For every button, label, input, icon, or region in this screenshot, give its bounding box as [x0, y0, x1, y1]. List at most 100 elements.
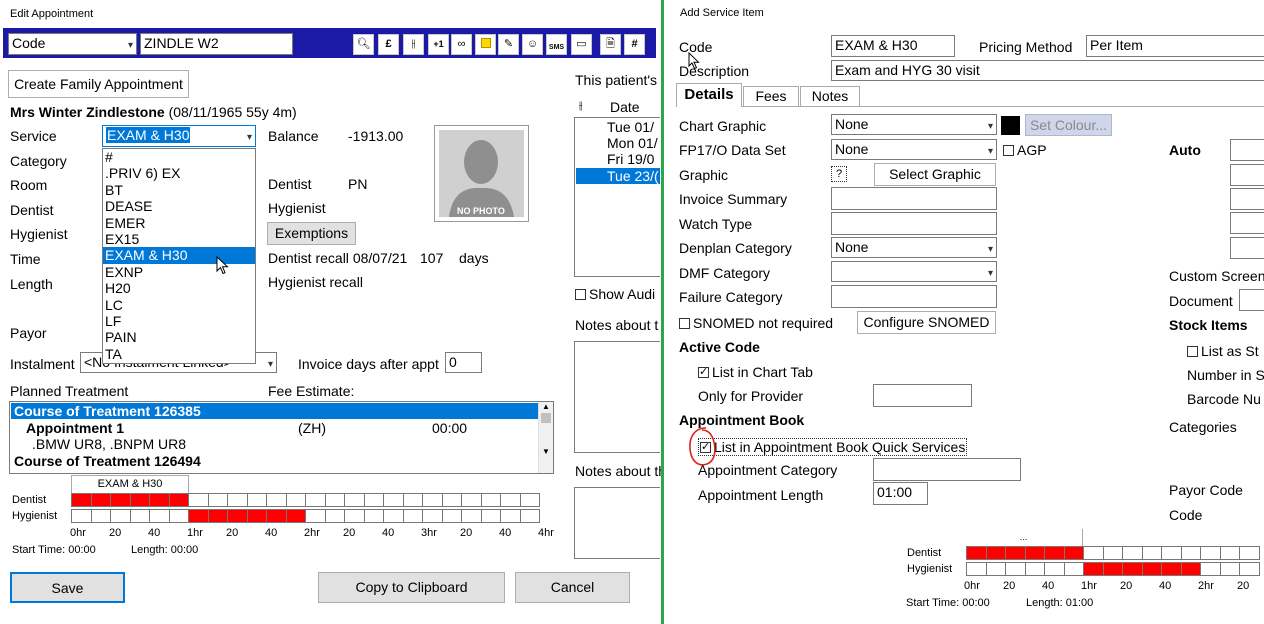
history-date[interactable]: Mon 01/ — [607, 135, 658, 151]
service-select[interactable]: EXAM & H30 ▾ — [102, 125, 256, 147]
patient-history-heading: This patient's — [575, 72, 658, 88]
create-family-appointment-button[interactable]: Create Family Appointment — [8, 70, 189, 98]
tab-details[interactable]: Details — [676, 83, 742, 107]
auto-input[interactable] — [1230, 139, 1264, 161]
service-option[interactable]: .PRIV 6) EX — [103, 165, 255, 181]
service-option[interactable]: PAIN — [103, 329, 255, 345]
code-select[interactable]: Code ▾ — [8, 33, 137, 55]
snomed-not-required-checkbox[interactable]: SNOMED not required — [679, 315, 833, 331]
select-graphic-button[interactable]: Select Graphic — [874, 163, 996, 186]
checkbox[interactable] — [679, 318, 690, 329]
hygienist-slot — [500, 509, 521, 523]
service-dropdown-list[interactable]: # .PRIV 6) EX BT DEASE EMER EX15 EXAM & H30 EXN… — [102, 148, 256, 364]
tree-scrollbar[interactable]: ▲ ▼ — [538, 402, 553, 473]
appointment-length-input[interactable]: 01:00 — [873, 482, 928, 505]
pound-icon[interactable]: £ — [378, 34, 399, 55]
scroll-up-icon[interactable]: ▲ — [539, 402, 553, 411]
service-option[interactable]: EMER — [103, 215, 255, 231]
service-option[interactable]: DEASE — [103, 198, 255, 214]
sms-icon[interactable]: SMS — [546, 34, 567, 55]
notes-box[interactable] — [574, 341, 660, 453]
contacts-icon[interactable]: ☺ — [522, 34, 543, 55]
auto-heading: Auto — [1169, 142, 1201, 158]
split-icon[interactable]: ⫲ — [403, 34, 424, 55]
glasses-icon[interactable]: ∞ — [451, 34, 472, 55]
failure-category-input[interactable] — [831, 285, 997, 308]
dentist-slot — [1141, 546, 1162, 560]
service-option[interactable]: TA — [103, 346, 255, 362]
patient-search-input[interactable]: ZINDLE W2 — [140, 33, 293, 55]
course-of-treatment-row[interactable]: Course of Treatment 126494 — [14, 453, 201, 469]
code-input[interactable]: EXAM & H30 — [831, 35, 955, 57]
service-option[interactable]: # — [103, 149, 255, 165]
planned-treatment-label: Planned Treatment — [10, 383, 129, 399]
document-input[interactable] — [1239, 289, 1264, 311]
denplan-value: None — [835, 239, 869, 255]
denplan-category-select[interactable]: None ▾ — [831, 237, 997, 258]
service-option[interactable]: LF — [103, 313, 255, 329]
auto-input[interactable] — [1230, 188, 1264, 210]
fp17-select[interactable]: None ▾ — [831, 139, 997, 160]
tab-notes[interactable]: Notes — [800, 86, 860, 107]
list-in-quick-services-checkbox[interactable]: List in Appointment Book Quick Services — [698, 438, 968, 456]
checkbox[interactable] — [1003, 145, 1014, 156]
auto-input[interactable] — [1230, 212, 1264, 234]
notes-about-label: Notes about th — [575, 463, 667, 479]
tab-fees[interactable]: Fees — [743, 86, 799, 107]
copy-to-clipboard-button[interactable]: Copy to Clipboard — [318, 572, 505, 603]
history-date[interactable]: Tue 01/ — [607, 119, 654, 135]
pencil-icon[interactable]: ✎ — [498, 34, 519, 55]
code-bottom-label: Code — [1169, 507, 1203, 523]
auto-input[interactable] — [1230, 164, 1264, 186]
grid-icon[interactable]: # — [624, 34, 645, 55]
search-icon[interactable]: 🔍︎ — [353, 34, 374, 55]
service-option[interactable]: EXNP — [103, 264, 255, 280]
scroll-thumb[interactable] — [541, 413, 551, 423]
service-option[interactable]: LC — [103, 297, 255, 313]
watch-type-input[interactable] — [831, 212, 997, 235]
note-icon[interactable] — [475, 34, 496, 55]
invoice-summary-input[interactable] — [831, 187, 997, 210]
appointment-row[interactable]: Appointment 1 — [26, 420, 124, 436]
dentist-slot — [285, 493, 306, 507]
hygienist-slot — [383, 509, 404, 523]
history-date-selected[interactable]: Tue 23/( — [576, 168, 660, 184]
service-option[interactable]: EX15 — [103, 231, 255, 247]
notes-box[interactable] — [574, 487, 660, 559]
plus-one-icon[interactable]: +1 — [428, 34, 449, 55]
save-button[interactable]: Save — [10, 572, 125, 603]
cancel-button[interactable]: Cancel — [515, 572, 630, 603]
show-audit-checkbox[interactable]: Show Audi — [575, 286, 655, 302]
checkbox[interactable] — [1187, 346, 1198, 357]
service-option[interactable]: EXAM & H30 — [103, 247, 255, 264]
dentist-slot — [1005, 546, 1026, 560]
checkbox[interactable] — [575, 289, 586, 300]
description-input[interactable]: Exam and HYG 30 visit — [831, 60, 1264, 81]
planned-treatment-tree[interactable]: Course of Treatment 126385 Appointment 1… — [9, 401, 554, 474]
card-icon[interactable]: ▭ — [571, 34, 592, 55]
hygienist-slot — [324, 509, 345, 523]
appointment-category-input[interactable] — [873, 458, 1021, 481]
set-colour-button[interactable]: Set Colour... — [1025, 114, 1112, 136]
service-option[interactable]: H20 — [103, 280, 255, 296]
service-option[interactable]: BT — [103, 182, 255, 198]
only-for-provider-input[interactable] — [873, 384, 972, 407]
configure-snomed-button[interactable]: Configure SNOMED — [857, 311, 996, 334]
scroll-down-icon[interactable]: ▼ — [539, 447, 553, 456]
agp-checkbox[interactable]: AGP — [1003, 142, 1047, 158]
history-list[interactable]: Tue 01/ Mon 01/ Fri 19/0 Tue 23/( — [574, 117, 660, 277]
invoice-days-input[interactable]: 0 — [445, 352, 482, 373]
checkbox[interactable] — [698, 365, 709, 378]
pricing-method-select[interactable]: Per Item — [1086, 35, 1264, 57]
patient-photo: NO PHOTO — [434, 125, 529, 222]
list-in-chart-tab-checkbox[interactable]: List in Chart Tab — [698, 364, 813, 380]
auto-input[interactable] — [1230, 237, 1264, 259]
exemptions-button[interactable]: Exemptions — [267, 222, 356, 245]
document-icon[interactable]: 🗎︎ — [600, 34, 621, 55]
course-of-treatment-row[interactable]: Course of Treatment 126385 — [11, 403, 539, 419]
list-as-checkbox[interactable]: List as St — [1187, 343, 1259, 359]
chart-graphic-select[interactable]: None ▾ — [831, 114, 997, 135]
history-date[interactable]: Fri 19/0 — [607, 151, 654, 167]
dmf-category-label: DMF Category — [679, 265, 771, 281]
dmf-category-select[interactable]: ▾ — [831, 261, 997, 282]
